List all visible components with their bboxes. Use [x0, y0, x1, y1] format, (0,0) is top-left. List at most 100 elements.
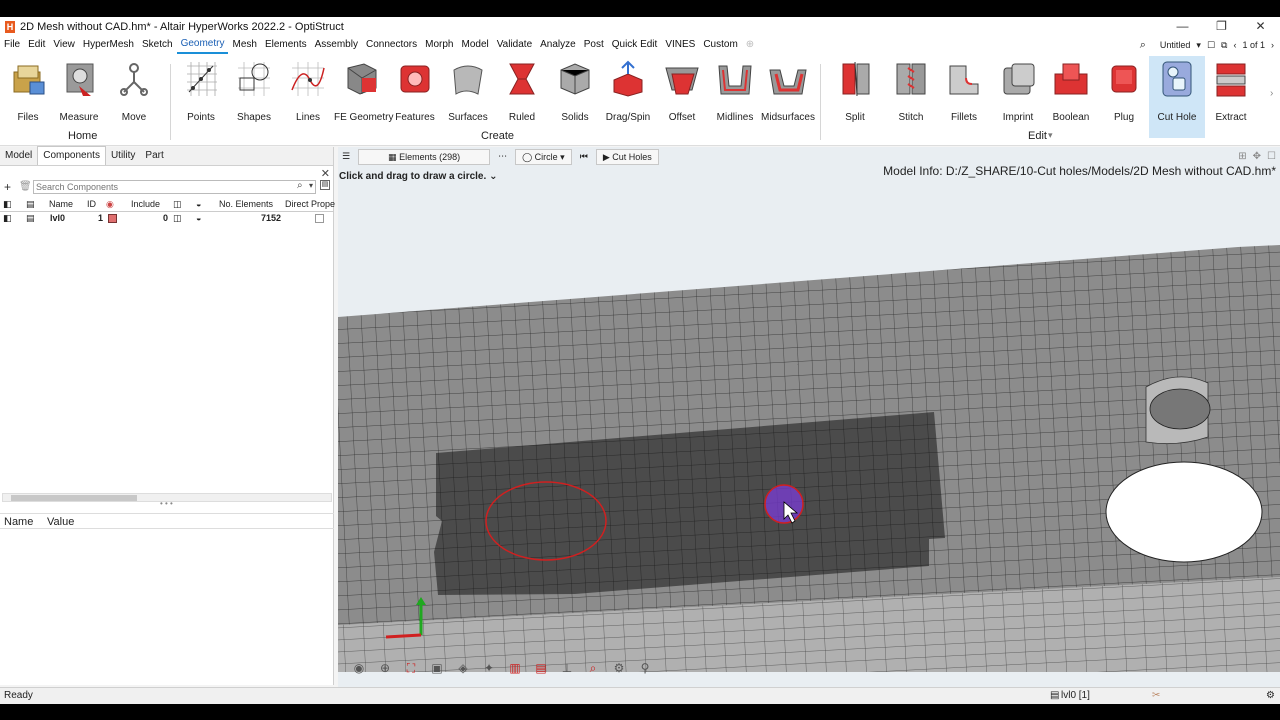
tool-ruled[interactable]: Ruled: [494, 60, 550, 123]
direct-property-checkbox[interactable]: [315, 214, 324, 223]
edit-group-chevron-icon[interactable]: ▾: [1048, 130, 1053, 141]
section-icon[interactable]: ✦: [480, 660, 498, 676]
tool-move[interactable]: Move: [106, 60, 162, 123]
display-col-icon[interactable]: ▤: [26, 199, 35, 210]
filter-icon[interactable]: ▤: [320, 180, 330, 190]
tool-extract[interactable]: Extract: [1203, 60, 1259, 123]
tool-imprint[interactable]: Imprint: [990, 60, 1046, 123]
search-components-input[interactable]: [33, 180, 316, 194]
perspective-icon[interactable]: ◈: [454, 660, 472, 676]
fit-icon[interactable]: ✥: [1253, 151, 1261, 162]
maximize-icon[interactable]: ☐: [1267, 151, 1276, 162]
graphics-viewport[interactable]: ☰ ▦ Elements (298) ⋯ ◯ Circle ▾ ⏮ ▶ Cut …: [338, 147, 1280, 687]
color-col-icon[interactable]: ◉: [106, 199, 114, 210]
material-icon[interactable]: ◒: [196, 213, 201, 223]
splitter-handle[interactable]: • • •: [160, 499, 173, 508]
tool-boolean[interactable]: Boolean: [1043, 60, 1099, 123]
views-icon[interactable]: ▣: [428, 660, 446, 676]
zoom-fit-icon[interactable]: ⛶: [402, 660, 420, 676]
tool-lines[interactable]: Lines: [280, 60, 336, 123]
tool-features[interactable]: Features: [387, 60, 443, 123]
col-name[interactable]: Name: [49, 199, 73, 209]
menu-file[interactable]: File: [0, 36, 24, 54]
menu-post[interactable]: Post: [580, 36, 608, 54]
menu-vines[interactable]: VINES: [661, 36, 699, 54]
window-layout-icon[interactable]: ☐: [1207, 40, 1215, 51]
menu-icon[interactable]: ☰: [338, 149, 356, 165]
menu-edit[interactable]: Edit: [24, 36, 49, 54]
tool-solids[interactable]: Solids: [547, 60, 603, 123]
add-ribbon-icon[interactable]: ⊕: [742, 36, 758, 54]
col-id[interactable]: ID: [87, 199, 96, 209]
layout-icon[interactable]: ⊞: [1238, 151, 1246, 162]
search-icon[interactable]: ⌕: [297, 180, 303, 191]
add-icon[interactable]: +: [4, 180, 11, 194]
minimize-button[interactable]: —: [1163, 17, 1202, 36]
zoom-icon[interactable]: ⌕: [584, 660, 602, 676]
tab-utility[interactable]: Utility: [106, 147, 140, 165]
tool-shapes[interactable]: Shapes: [226, 60, 282, 123]
session-dropdown[interactable]: Untitled: [1160, 40, 1191, 50]
menu-connectors[interactable]: Connectors: [362, 36, 421, 54]
current-component[interactable]: lvl0 [1]: [1061, 690, 1090, 701]
col-direct-property[interactable]: Direct Prope: [285, 199, 335, 209]
box-clip-icon[interactable]: ▤: [532, 660, 550, 676]
menu-assembly[interactable]: Assembly: [311, 36, 362, 54]
restore-button[interactable]: ❐: [1202, 17, 1241, 36]
tool-points[interactable]: Points: [173, 60, 229, 123]
delete-icon[interactable]: 🗑: [19, 181, 32, 192]
menu-quick-edit[interactable]: Quick Edit: [608, 36, 662, 54]
menu-validate[interactable]: Validate: [493, 36, 536, 54]
menu-geometry[interactable]: Geometry: [176, 36, 229, 54]
tab-model[interactable]: Model: [0, 147, 37, 165]
scrollbar-thumb[interactable]: [11, 495, 137, 501]
page-new-icon[interactable]: ⧉: [1221, 40, 1227, 51]
page-next-icon[interactable]: ›: [1271, 40, 1274, 50]
cut-holes-button[interactable]: ▶ Cut Holes: [595, 149, 659, 165]
material-col-icon[interactable]: ◒: [196, 199, 201, 209]
tab-part[interactable]: Part: [140, 147, 168, 165]
solver-icon[interactable]: ✂: [1152, 690, 1160, 701]
tool-split[interactable]: Split: [827, 60, 883, 123]
more-options-icon[interactable]: ⋯: [492, 149, 513, 165]
property-icon[interactable]: ◫: [173, 213, 182, 224]
tool-offset[interactable]: Offset: [654, 60, 710, 123]
shape-dropdown[interactable]: ◯ Circle ▾: [515, 149, 572, 165]
menu-mesh[interactable]: Mesh: [228, 36, 260, 54]
tool-files[interactable]: Files: [0, 60, 56, 123]
search-icon[interactable]: ⌕: [1140, 39, 1146, 52]
menu-hypermesh[interactable]: HyperMesh: [79, 36, 138, 54]
tool-drag-spin[interactable]: Drag/Spin: [600, 60, 656, 123]
menu-elements[interactable]: Elements: [261, 36, 311, 54]
clip-icon[interactable]: ▥: [506, 660, 524, 676]
menu-sketch[interactable]: Sketch: [138, 36, 177, 54]
hint-chevron-icon[interactable]: ⌄: [489, 171, 497, 182]
triad-icon[interactable]: ⊥: [558, 660, 576, 676]
menu-view[interactable]: View: [49, 36, 79, 54]
visibility-icon[interactable]: ◧: [3, 213, 12, 224]
tool-plug[interactable]: Plug: [1096, 60, 1152, 123]
tab-components[interactable]: Components: [37, 146, 106, 165]
tool-midlines[interactable]: Midlines: [707, 60, 763, 123]
menu-model[interactable]: Model: [457, 36, 492, 54]
tool-cut-hole[interactable]: Cut Hole: [1149, 56, 1205, 138]
menu-custom[interactable]: Custom: [699, 36, 741, 54]
visualization-icon[interactable]: ◉: [350, 660, 368, 676]
settings-icon[interactable]: ⚙: [1266, 690, 1275, 701]
display-options-icon[interactable]: ⚙: [610, 660, 628, 676]
tool-surfaces[interactable]: Surfaces: [440, 60, 496, 123]
component-color-swatch[interactable]: [108, 214, 117, 223]
orbit-icon[interactable]: ⊕: [376, 660, 394, 676]
property-col-icon[interactable]: ◫: [173, 199, 182, 210]
tool-measure[interactable]: Measure: [51, 60, 107, 123]
ribbon-scroll-right-icon[interactable]: ›: [1270, 88, 1273, 99]
elements-selector[interactable]: ▦ Elements (298): [358, 149, 491, 165]
close-button[interactable]: ✕: [1241, 17, 1280, 36]
menu-morph[interactable]: Morph: [421, 36, 457, 54]
tool-fillets[interactable]: Fillets: [936, 60, 992, 123]
col-include[interactable]: Include: [131, 199, 160, 209]
tool-stitch[interactable]: Stitch: [883, 60, 939, 123]
reset-icon[interactable]: ⏮: [574, 149, 594, 165]
visibility-col-icon[interactable]: ◧: [3, 199, 12, 210]
page-prev-icon[interactable]: ‹: [1233, 40, 1236, 50]
